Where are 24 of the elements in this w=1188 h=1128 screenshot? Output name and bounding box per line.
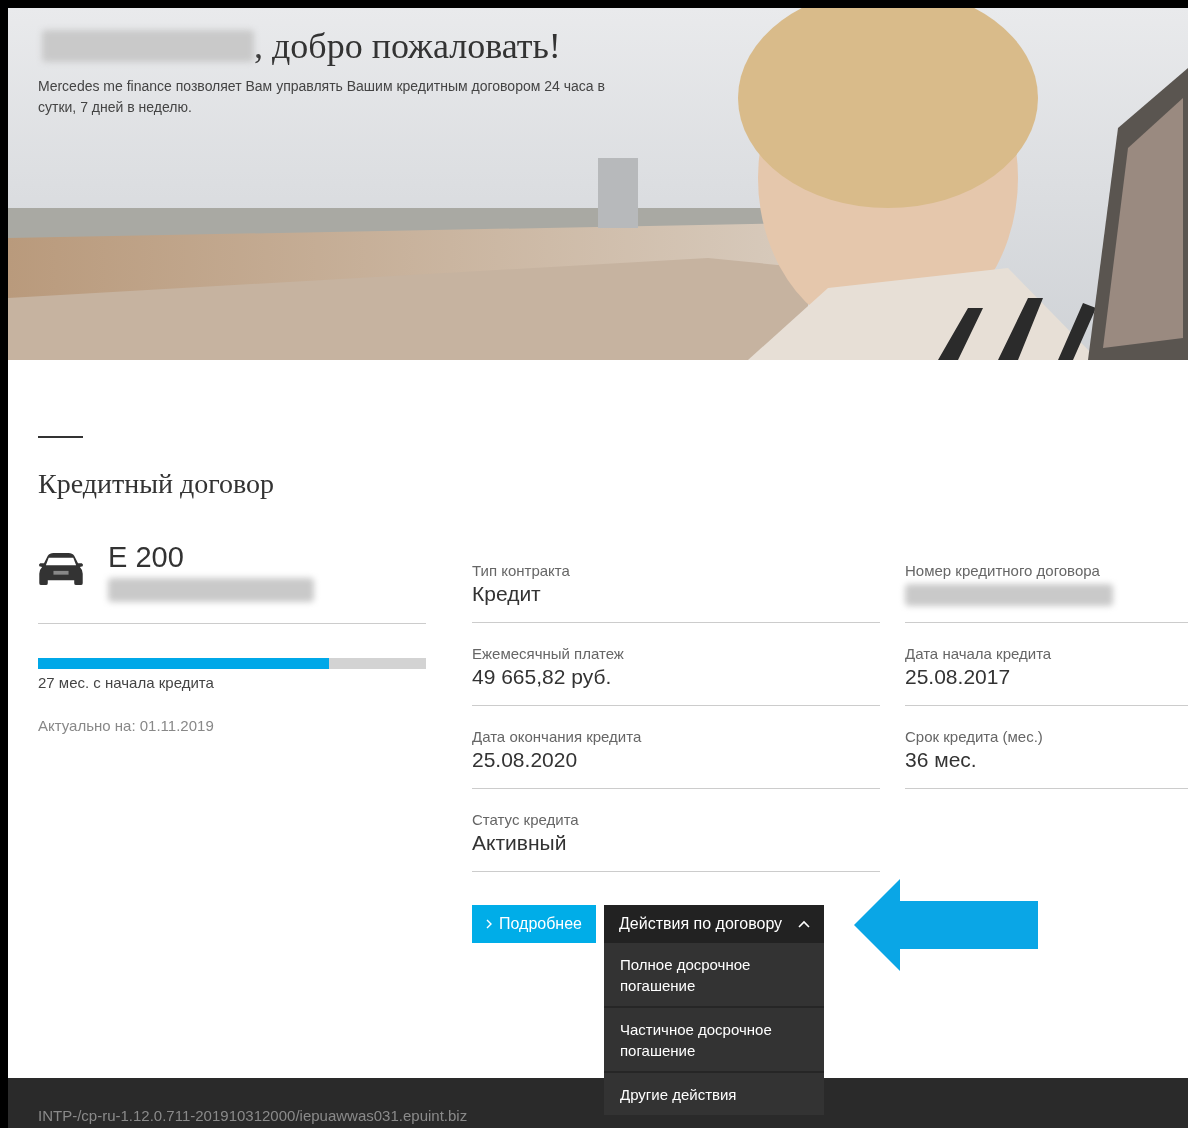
section-title: Кредитный договор [38, 468, 276, 500]
field-value: 36 мес. [905, 747, 978, 773]
field-label: Срок кредита (мес.) [905, 728, 1044, 746]
field-label: Дата окончания кредита [472, 728, 643, 746]
actions-dropdown[interactable]: Действия по договору [604, 905, 824, 943]
progress-caption: 27 мес. с начала кредита [38, 674, 215, 691]
updated-date: Актуально на: 01.11.2019 [38, 717, 215, 734]
field-value: Кредит [472, 581, 542, 607]
field-label: Ежемесячный платеж [472, 645, 625, 663]
field-label: Статус кредита [472, 811, 580, 829]
welcome-heading: , добро пожаловать! [254, 25, 561, 67]
car-model: E 200 [108, 540, 185, 574]
chevron-icon [486, 919, 492, 929]
field-label: Дата начала кредита [905, 645, 1053, 663]
field-value: Активный [472, 830, 568, 856]
field-value: 25.08.2020 [472, 747, 579, 773]
field-value: 49 665,82 руб. [472, 664, 613, 690]
intro-text: Mercedes me finance позволяет Вам управлять Вашим кредитным договором 24 часа в сутки, 7 дней в неделю. [38, 77, 606, 117]
caret-icon [798, 920, 810, 928]
footer-text: INTP-/cp-ru-1.12.0.711-201910312000/iepuawwas031.epuint.biz [38, 1107, 468, 1124]
field-value: 25.08.2017 [905, 664, 1012, 690]
field-label: Номер кредитного договора [905, 562, 1101, 580]
car-icon [38, 552, 84, 586]
field-label: Тип контракта [472, 562, 571, 580]
